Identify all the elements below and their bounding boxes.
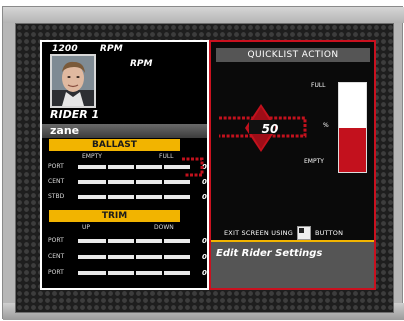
trim-port2-meter [78,271,190,275]
value-adjuster[interactable]: 50 [215,104,307,152]
gauge-fill [339,127,366,172]
trim-port-meter [78,239,190,243]
ballast-port-meter [78,165,190,169]
trim-row-label: CENT [48,253,65,260]
edit-rider-settings-label: Edit Rider Settings [216,248,323,259]
trim-down-label: DOWN [154,224,174,231]
ballast-stbd-value: 0 [202,193,207,201]
exit-instruction: EXIT SCREEN USING BUTTON [224,226,343,240]
ballast-header: BALLAST [49,139,180,151]
selection-connector-icon [182,157,204,177]
trim-header: TRIM [49,210,180,222]
rpm-readout: 1200 RPM [52,44,123,54]
rpm-unit: RPM [99,44,123,54]
ballast-empty-label: EMPTY [82,153,102,160]
dial-value: 50 [261,122,279,136]
gauge-percent-label: % [323,122,329,129]
gauge-empty-label: EMPTY [304,158,324,165]
trim-cent-value: 0 [202,253,207,261]
rider-name-bar: zane [42,124,207,138]
menu-button-icon [296,226,311,240]
ballast-row-label: PORT [48,163,64,170]
ballast-stbd-meter [78,195,190,199]
rpm-value: 1200 [52,44,78,54]
rider-face-icon [52,56,94,106]
screen-frame: 1200 RPM RPM RIDER 1 zane BALLAST EMPTY F… [0,0,404,321]
trim-up-label: UP [82,224,91,231]
trim-row-label: PORT [48,269,64,276]
trim-port2-value: 0 [202,269,207,277]
ballast-cent-meter [78,180,190,184]
bezel-top-edge [3,7,404,23]
ballast-full-label: FULL [159,153,174,160]
rpm-unit-secondary: RPM [130,59,153,69]
rider-photo-avatar [50,54,96,108]
fill-level-gauge [338,82,367,173]
exit-text-after: BUTTON [314,229,344,237]
quicklist-title: QUICKLIST ACTION [216,48,370,62]
gauge-full-label: FULL [311,82,326,89]
ballast-cent-value: 0 [202,178,207,186]
rider-panel: 1200 RPM RPM RIDER 1 zane BALLAST EMPTY F… [40,40,209,290]
quicklist-panel: QUICKLIST ACTION FULL % EMPTY 50 EXIT SC… [209,40,376,290]
rider-name: zane [50,124,80,137]
edit-rider-settings-button[interactable]: Edit Rider Settings [211,242,374,288]
ballast-row-label: STBD [48,193,65,200]
trim-cent-meter [78,255,190,259]
exit-text-before: EXIT SCREEN USING [224,229,293,237]
trim-port-value: 0 [202,237,207,245]
ballast-row-label: CENT [48,178,65,185]
trim-row-label: PORT [48,237,64,244]
rider-label: RIDER 1 [50,108,100,121]
